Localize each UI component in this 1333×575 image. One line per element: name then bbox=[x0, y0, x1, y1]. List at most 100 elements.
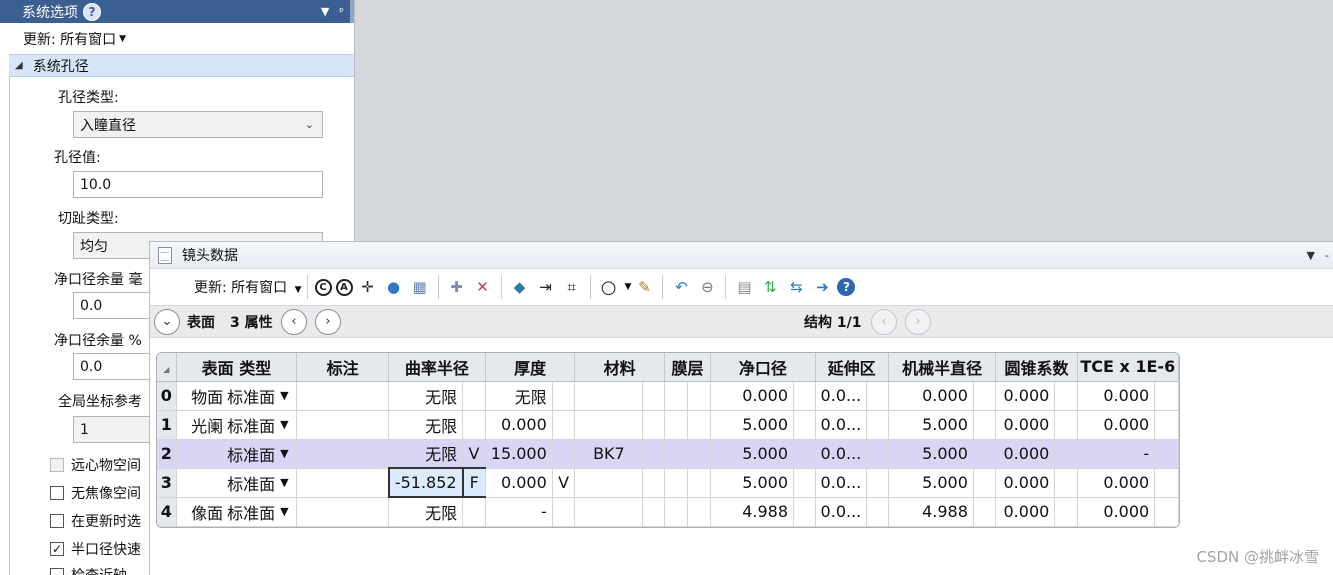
toggle-icon[interactable]: ⊖ bbox=[696, 276, 718, 298]
make-solves-icon[interactable]: ✎ bbox=[633, 276, 655, 298]
coating-cell[interactable] bbox=[664, 497, 689, 527]
row-number[interactable]: 3 bbox=[157, 468, 177, 498]
material-cell[interactable] bbox=[574, 497, 644, 527]
conic-cell[interactable]: 0.000 bbox=[995, 468, 1056, 498]
checkbox-update-select[interactable]: 在更新时选 bbox=[50, 511, 141, 531]
radius-cell[interactable]: 无限 bbox=[388, 381, 464, 411]
chip-zone-cell[interactable]: 0.0... bbox=[815, 410, 868, 440]
mech-solve-cell[interactable] bbox=[973, 468, 997, 498]
thickness-solve-cell[interactable] bbox=[552, 410, 576, 440]
tce-cell[interactable]: 0.000 bbox=[1077, 468, 1156, 498]
column-header[interactable]: 厚度 bbox=[485, 353, 576, 382]
material-cell[interactable]: BK7 bbox=[574, 439, 644, 469]
next-surface-button[interactable]: › bbox=[315, 308, 341, 335]
chevron-down-icon[interactable]: ▼ bbox=[625, 282, 632, 292]
clear-solve-cell[interactable] bbox=[793, 410, 816, 440]
tce-solve-cell[interactable] bbox=[1154, 468, 1179, 498]
thickness-cell[interactable]: 0.000 bbox=[485, 468, 553, 498]
table-row[interactable]: 2 标准面 ▼ 无限 V 15.000 BK7 5.000 0.0... 5.000 0.000- bbox=[157, 439, 1179, 469]
radius-solve-cell[interactable]: F bbox=[462, 467, 486, 498]
material-cell[interactable] bbox=[574, 468, 644, 498]
mech-solve-cell[interactable] bbox=[973, 497, 997, 527]
column-header[interactable]: 圆锥系数 bbox=[995, 353, 1078, 382]
mech-semi-dia-cell[interactable]: 0.000 bbox=[888, 381, 974, 411]
chip-solve-cell[interactable] bbox=[866, 439, 889, 469]
comment-cell[interactable] bbox=[296, 497, 390, 527]
chip-zone-cell[interactable]: 0.0... bbox=[815, 439, 868, 469]
minimize-icon[interactable]: - bbox=[1325, 249, 1329, 262]
reload-icon[interactable]: C bbox=[314, 278, 332, 296]
coating-cell[interactable] bbox=[664, 410, 689, 440]
surface-type-cell[interactable]: 物面 标准面 ▼ bbox=[176, 381, 298, 411]
chip-solve-cell[interactable] bbox=[866, 468, 889, 498]
mech-semi-dia-cell[interactable]: 5.000 bbox=[888, 439, 974, 469]
aperture-type-select[interactable]: 入瞳直径 ⌄ bbox=[73, 111, 323, 138]
thickness-cell[interactable]: 15.000 bbox=[485, 439, 553, 469]
tce-solve-cell[interactable] bbox=[1154, 497, 1179, 527]
conic-solve-cell[interactable] bbox=[1054, 468, 1078, 498]
go-to-arrow-icon[interactable]: ➔ bbox=[811, 276, 833, 298]
thickness-cell[interactable]: - bbox=[485, 497, 553, 527]
coating-solve-cell[interactable] bbox=[687, 381, 712, 411]
chevron-down-icon[interactable]: ▼ bbox=[280, 418, 288, 431]
expand-properties-button[interactable]: ⌄ bbox=[154, 308, 180, 335]
mech-semi-dia-cell[interactable]: 4.988 bbox=[888, 497, 974, 527]
comment-cell[interactable] bbox=[296, 468, 390, 498]
chip-solve-cell[interactable] bbox=[866, 410, 889, 440]
conic-cell[interactable]: 0.000 bbox=[995, 410, 1056, 440]
material-cell[interactable] bbox=[574, 410, 644, 440]
tce-cell[interactable]: 0.000 bbox=[1077, 381, 1156, 411]
chip-zone-cell[interactable]: 0.0... bbox=[815, 468, 868, 498]
conic-solve-cell[interactable] bbox=[1054, 439, 1078, 469]
chip-solve-cell[interactable] bbox=[866, 381, 889, 411]
column-header[interactable]: 机械半直径 bbox=[888, 353, 997, 382]
checkbox-afocal[interactable]: 无焦像空间 bbox=[50, 483, 141, 503]
thickness-cell[interactable]: 无限 bbox=[485, 381, 553, 411]
chevron-down-icon[interactable]: ▼ bbox=[280, 389, 288, 402]
checkbox-paraxial[interactable]: 检查近轴 bbox=[50, 565, 127, 575]
column-header[interactable]: 曲率半径 bbox=[388, 353, 486, 382]
row-number[interactable]: 2 bbox=[157, 439, 177, 469]
surface-type-cell[interactable]: 标准面 ▼ bbox=[176, 439, 298, 469]
conic-cell[interactable]: 0.000 bbox=[995, 439, 1056, 469]
material-cell[interactable] bbox=[574, 381, 644, 411]
radius-cell[interactable]: 无限 bbox=[388, 410, 464, 440]
chevron-down-icon[interactable]: ▼ bbox=[280, 476, 288, 489]
column-header[interactable]: 材料 bbox=[574, 353, 665, 382]
coating-solve-cell[interactable] bbox=[687, 410, 712, 440]
coating-solve-cell[interactable] bbox=[687, 497, 712, 527]
surface-type-cell[interactable]: 标准面 ▼ bbox=[176, 468, 298, 498]
next-config-button[interactable]: › bbox=[905, 308, 931, 335]
mech-solve-cell[interactable] bbox=[973, 439, 997, 469]
coating-cell[interactable] bbox=[664, 468, 689, 498]
conic-solve-cell[interactable] bbox=[1054, 381, 1078, 411]
coating-solve-cell[interactable] bbox=[687, 439, 712, 469]
reload-all-icon[interactable]: A bbox=[335, 278, 353, 296]
material-solve-cell[interactable] bbox=[642, 497, 665, 527]
clear-semi-dia-cell[interactable]: 5.000 bbox=[710, 468, 795, 498]
solve-circle-icon[interactable]: ○ bbox=[598, 276, 620, 298]
update-dropdown[interactable]: 更新: 所有窗口 ▼ bbox=[194, 277, 302, 297]
collapse-arrows-icon[interactable]: ⇆ bbox=[785, 276, 807, 298]
column-header[interactable]: 净口径 bbox=[710, 353, 816, 382]
pin-icon[interactable]: ᵖ bbox=[339, 5, 344, 18]
surface-type-cell[interactable]: 像面 标准面 ▼ bbox=[176, 497, 298, 527]
help-icon[interactable]: ? bbox=[83, 2, 101, 21]
material-solve-cell[interactable] bbox=[642, 468, 665, 498]
coating-cell[interactable] bbox=[664, 381, 689, 411]
clear-solve-cell[interactable] bbox=[793, 497, 816, 527]
chip-solve-cell[interactable] bbox=[866, 497, 889, 527]
material-solve-cell[interactable] bbox=[642, 439, 665, 469]
radius-cell[interactable]: 无限 bbox=[388, 439, 464, 469]
clear-semi-dia-cell[interactable]: 4.988 bbox=[710, 497, 795, 527]
radius-solve-cell[interactable] bbox=[462, 497, 486, 527]
row-number[interactable]: 0 bbox=[157, 381, 177, 411]
row-number[interactable]: 4 bbox=[157, 497, 177, 527]
table-row[interactable]: 1 光阑 标准面 ▼ 无限 0.000 5.000 0.0... 5.000 0.000 0.000 bbox=[157, 410, 1179, 440]
delete-surface-icon[interactable]: ✕ bbox=[472, 276, 494, 298]
panel-menu-dropdown-icon[interactable]: ▼ bbox=[321, 5, 329, 18]
thickness-solve-cell[interactable]: V bbox=[552, 468, 576, 498]
mech-solve-cell[interactable] bbox=[973, 381, 997, 411]
lens-element-icon[interactable]: ◆ bbox=[509, 276, 531, 298]
comment-cell[interactable] bbox=[296, 410, 390, 440]
